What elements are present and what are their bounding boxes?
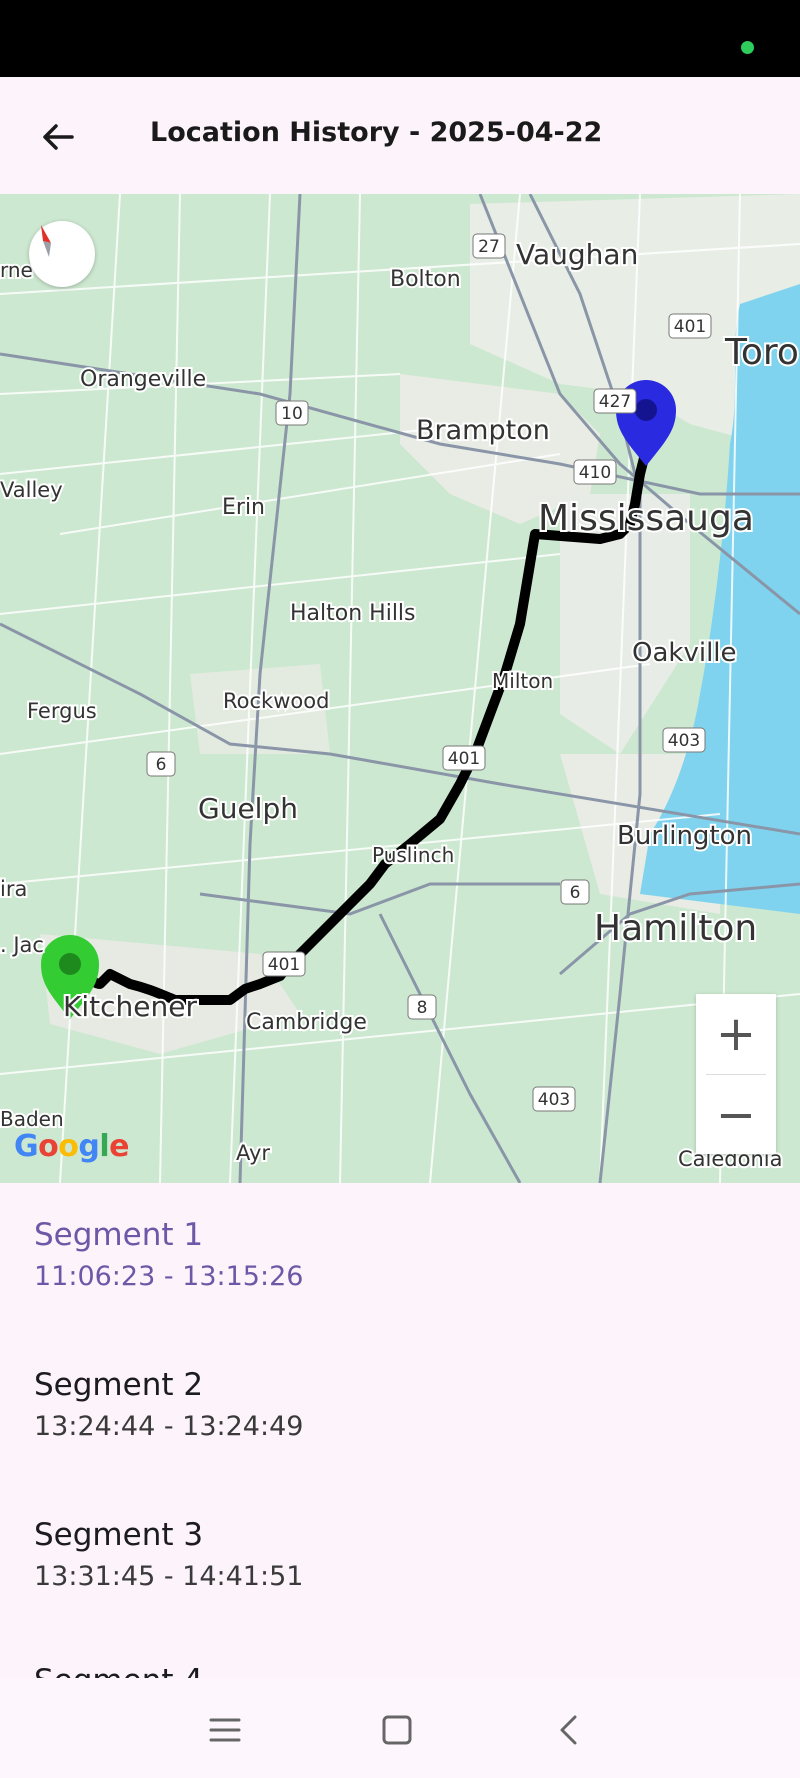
segment-time: 11:06:23 - 13:15:26 (34, 1261, 304, 1292)
label-ayr: Ayr (236, 1141, 270, 1165)
segment-item-2[interactable]: Segment 2 13:24:44 - 13:24:49 (34, 1367, 303, 1442)
shield-27: 27 (478, 237, 500, 257)
segment-item-4[interactable]: Segment 4 (34, 1663, 203, 1678)
label-erin: Erin (222, 495, 265, 520)
label-mississauga: Mississauga (538, 498, 754, 539)
label-rockwood: Rockwood (223, 689, 329, 713)
label-guelph: Guelph (198, 792, 298, 825)
segment-list: Segment 1 11:06:23 - 13:15:26 Segment 2 … (0, 1183, 800, 1678)
label-puslinch: Puslinch (372, 843, 454, 867)
label-cambridge: Cambridge (246, 1010, 367, 1035)
zoom-out-button[interactable]: − (696, 1075, 776, 1155)
square-icon (382, 1715, 412, 1745)
label-kitchener: Kitchener (63, 990, 197, 1023)
status-indicator-dot (741, 41, 754, 54)
label-vaughan: Vaughan (516, 238, 638, 271)
segment-time: 13:24:44 - 13:24:49 (34, 1411, 304, 1442)
shield-10: 10 (281, 404, 303, 424)
shield-6-right: 6 (570, 883, 581, 903)
shield-401-low: 401 (268, 955, 300, 975)
label-brampton: Brampton (416, 415, 550, 446)
label-burlington: Burlington (617, 821, 752, 851)
label-fergus: Fergus (27, 699, 97, 723)
zoom-in-button[interactable]: + (696, 994, 776, 1074)
segment-item-1[interactable]: Segment 1 11:06:23 - 13:15:26 (34, 1217, 303, 1292)
menu-icon (209, 1718, 241, 1742)
label-milton: Milton (492, 669, 553, 693)
map-canvas: 27 401 427 10 410 6 401 403 6 401 8 403 (0, 194, 800, 1183)
page-title: Location History - 2025-04-22 (150, 117, 603, 148)
label-orne: rne (0, 258, 33, 282)
map-view[interactable]: 27 401 427 10 410 6 401 403 6 401 8 403 (0, 194, 800, 1183)
shield-401-top: 401 (674, 317, 706, 337)
shield-403-bottom: 403 (538, 1090, 570, 1110)
nav-home-button[interactable] (372, 1708, 422, 1752)
google-logo: Google (14, 1129, 130, 1164)
label-halton-hills: Halton Hills (290, 601, 416, 626)
segment-name: Segment 4 (34, 1663, 203, 1678)
shield-8: 8 (417, 998, 428, 1018)
shield-6-left: 6 (156, 755, 167, 775)
label-elmira: ira (0, 877, 27, 901)
label-orangeville: Orangeville (80, 367, 206, 392)
segment-name: Segment 2 (34, 1367, 204, 1403)
label-bolton: Bolton (390, 267, 461, 292)
label-hamilton: Hamilton (594, 908, 757, 949)
segment-name: Segment 1 (34, 1217, 204, 1253)
nav-back-button[interactable] (544, 1708, 594, 1752)
label-oakville: Oakville (632, 638, 737, 668)
chevron-left-icon (560, 1715, 577, 1745)
status-bar (0, 0, 800, 77)
app-bar: Location History - 2025-04-22 (0, 77, 800, 194)
label-valley: Valley (0, 478, 63, 502)
nav-recents-button[interactable] (200, 1708, 250, 1752)
label-toronto: Toro (724, 332, 799, 373)
segment-time: 13:31:45 - 14:41:51 (34, 1561, 304, 1592)
shield-427: 427 (599, 392, 631, 412)
compass-button[interactable] (29, 221, 95, 287)
shield-403-right: 403 (668, 731, 700, 751)
system-nav-bar (0, 1678, 800, 1778)
shield-410: 410 (579, 463, 611, 483)
arrow-left-icon (43, 124, 74, 150)
segment-item-3[interactable]: Segment 3 13:31:45 - 14:41:51 (34, 1517, 303, 1592)
back-button[interactable] (30, 109, 86, 165)
segment-name: Segment 3 (34, 1517, 204, 1553)
zoom-controls: + − (696, 994, 776, 1154)
label-st-jacobs: . Jac (0, 933, 44, 957)
compass-icon (41, 225, 51, 257)
label-baden: Baden (0, 1107, 64, 1131)
shield-401-mid: 401 (448, 749, 480, 769)
